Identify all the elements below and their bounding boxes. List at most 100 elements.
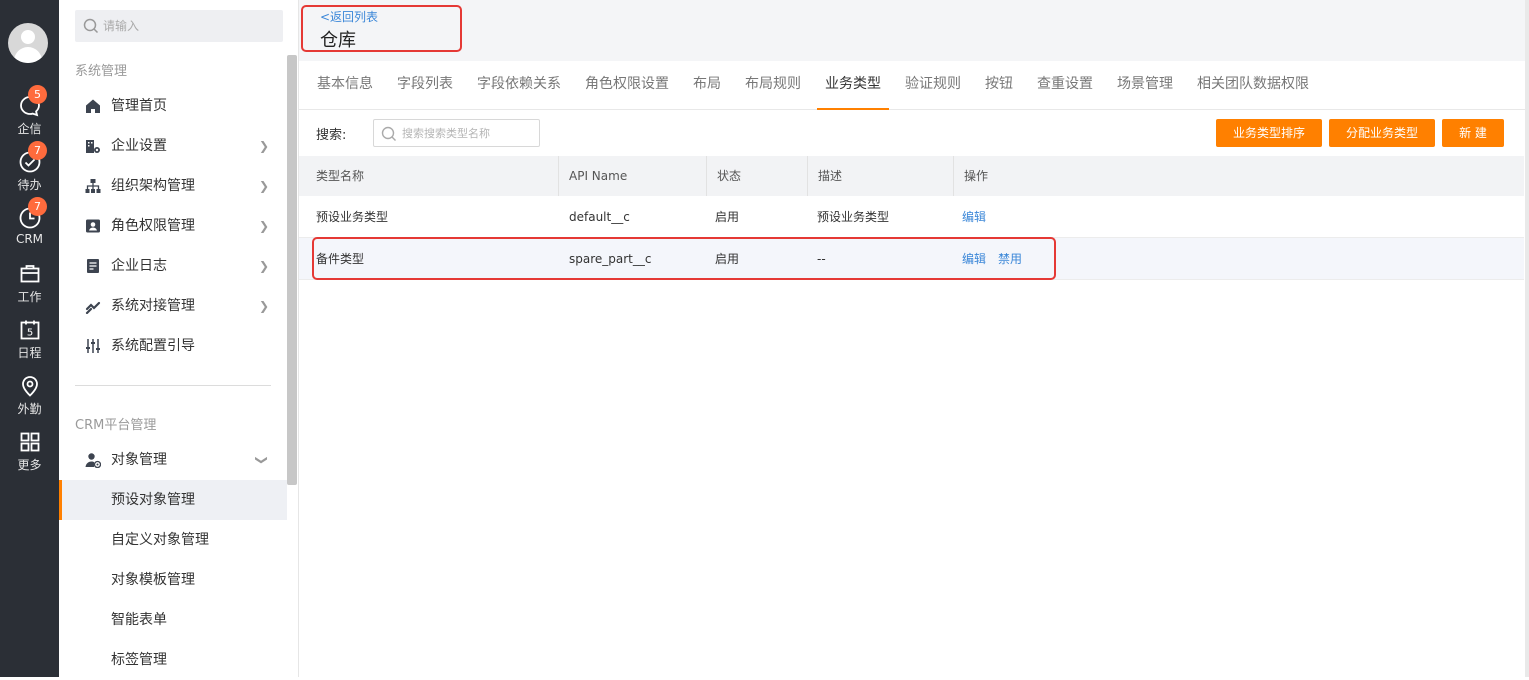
tab-validation-rules[interactable]: 验证规则 bbox=[905, 61, 961, 110]
highlight-box-row bbox=[312, 237, 1056, 280]
sort-business-types-button[interactable]: 业务类型排序 bbox=[1216, 119, 1322, 147]
search-label: 搜索: bbox=[316, 128, 347, 143]
rail-item-messages[interactable]: 企信 5 bbox=[0, 85, 59, 146]
tab-role-permissions[interactable]: 角色权限设置 bbox=[585, 61, 669, 110]
type-search-box[interactable] bbox=[373, 119, 540, 147]
tab-business-types[interactable]: 业务类型 bbox=[817, 61, 889, 110]
table-row: 预设业务类型 default__c 启用 预设业务类型 编辑 bbox=[299, 196, 1524, 238]
nav-sub-preset-objects[interactable]: 预设对象管理 bbox=[59, 480, 287, 520]
cell-type-name: 预设业务类型 bbox=[316, 210, 389, 224]
rail-label: 外勤 bbox=[17, 402, 42, 416]
nav-item-config-guide[interactable]: 系统配置引导 bbox=[59, 326, 287, 366]
todo-badge: 7 bbox=[28, 141, 47, 160]
tab-field-dependencies[interactable]: 字段依赖关系 bbox=[477, 61, 561, 110]
col-actions: 操作 bbox=[953, 156, 1253, 196]
chevron-right-icon: ❯ bbox=[258, 259, 269, 273]
chevron-right-icon: ❯ bbox=[258, 139, 269, 153]
chevron-right-icon: ❯ bbox=[258, 219, 269, 233]
section-crm-platform: CRM平台管理 bbox=[75, 418, 157, 433]
admin-sidebar: 系统管理 管理首页 企业设置 ❯ 组织架构管理 ❯ 角色权限管理 ❯ 企业日志 … bbox=[59, 0, 299, 677]
nav-sub-label: 对象模板管理 bbox=[111, 572, 195, 588]
document-icon bbox=[87, 259, 99, 273]
building-gear-icon bbox=[86, 140, 100, 153]
rail-item-more[interactable]: 更多 bbox=[0, 430, 59, 482]
nav-label: 企业日志 bbox=[111, 258, 167, 274]
edit-link[interactable]: 编辑 bbox=[962, 196, 986, 238]
col-status: 状态 bbox=[706, 156, 807, 196]
type-search-input[interactable] bbox=[402, 120, 537, 146]
location-pin-icon bbox=[21, 376, 38, 397]
calendar-icon: 5 bbox=[20, 320, 39, 340]
nav-sub-tag-management[interactable]: 标签管理 bbox=[59, 640, 287, 680]
sliders-icon bbox=[86, 339, 100, 353]
chevron-down-icon: ❯ bbox=[254, 454, 269, 466]
nav-item-enterprise-log[interactable]: 企业日志 ❯ bbox=[59, 246, 287, 286]
id-badge-icon bbox=[86, 219, 100, 233]
rail-label: 更多 bbox=[17, 458, 42, 472]
cell-api-name: default__c bbox=[569, 210, 630, 224]
nav-sub-label: 预设对象管理 bbox=[111, 492, 195, 508]
tab-buttons[interactable]: 按钮 bbox=[985, 61, 1013, 110]
grid-icon bbox=[20, 432, 39, 452]
tab-team-data-permissions[interactable]: 相关团队数据权限 bbox=[1197, 61, 1309, 110]
rail-label: 日程 bbox=[17, 346, 42, 360]
rail-label: 待办 bbox=[17, 178, 42, 192]
rail-item-schedule[interactable]: 5 日程 bbox=[0, 318, 59, 370]
nav-search-input[interactable] bbox=[103, 10, 273, 42]
user-gear-icon bbox=[85, 453, 101, 468]
section-system-management: 系统管理 bbox=[75, 64, 128, 79]
chevron-right-icon: ❯ bbox=[258, 179, 269, 193]
nav-label: 对象管理 bbox=[111, 452, 167, 468]
rail-item-crm[interactable]: CRM 7 bbox=[0, 197, 59, 258]
rail-label: 工作 bbox=[17, 290, 42, 304]
nav-sub-object-templates[interactable]: 对象模板管理 bbox=[59, 560, 287, 600]
nav-item-enterprise-settings[interactable]: 企业设置 ❯ bbox=[59, 126, 287, 166]
page-header: <返回列表 仓库 bbox=[299, 0, 1529, 61]
nav-sub-custom-objects[interactable]: 自定义对象管理 bbox=[59, 520, 287, 560]
tab-field-list[interactable]: 字段列表 bbox=[397, 61, 453, 110]
rail-item-work[interactable]: 工作 bbox=[0, 262, 59, 314]
tab-layout-rules[interactable]: 布局规则 bbox=[745, 61, 801, 110]
col-api-name: API Name bbox=[558, 156, 706, 196]
nav-label: 角色权限管理 bbox=[111, 218, 195, 234]
svg-text:5: 5 bbox=[26, 328, 32, 339]
tab-bar: 基本信息 字段列表 字段依赖关系 角色权限设置 布局 布局规则 业务类型 验证规… bbox=[299, 61, 1529, 110]
create-button[interactable]: 新 建 bbox=[1442, 119, 1504, 147]
main-content: <返回列表 仓库 基本信息 字段列表 字段依赖关系 角色权限设置 布局 布局规则… bbox=[299, 0, 1529, 677]
page-scrollbar[interactable] bbox=[1525, 0, 1529, 677]
nav-search[interactable] bbox=[75, 10, 283, 42]
highlight-box-header bbox=[301, 5, 462, 52]
tab-basic-info[interactable]: 基本信息 bbox=[317, 61, 373, 110]
org-chart-icon bbox=[85, 179, 101, 193]
col-description: 描述 bbox=[807, 156, 953, 196]
cell-description: 预设业务类型 bbox=[817, 210, 890, 224]
tab-scene-management[interactable]: 场景管理 bbox=[1117, 61, 1173, 110]
rail-item-field[interactable]: 外勤 bbox=[0, 374, 59, 426]
briefcase-icon bbox=[20, 265, 39, 283]
nav-item-object-management[interactable]: 对象管理 ❯ bbox=[59, 440, 287, 480]
table-header: 类型名称 API Name 状态 描述 操作 bbox=[299, 156, 1524, 196]
nav-item-system-integration[interactable]: 系统对接管理 ❯ bbox=[59, 286, 287, 326]
nav-sub-label: 智能表单 bbox=[111, 612, 167, 628]
search-icon bbox=[381, 126, 396, 141]
avatar[interactable] bbox=[8, 23, 48, 63]
nav-item-role-permissions[interactable]: 角色权限管理 ❯ bbox=[59, 206, 287, 246]
nav-label: 管理首页 bbox=[111, 98, 167, 114]
left-rail: 企信 5 待办 7 CRM 7 工作 5 日程 外勤 更多 bbox=[0, 0, 59, 677]
assign-business-types-button[interactable]: 分配业务类型 bbox=[1329, 119, 1435, 147]
link-icon bbox=[85, 301, 101, 314]
tab-duplicate-check[interactable]: 查重设置 bbox=[1037, 61, 1093, 110]
rail-label: CRM bbox=[15, 232, 44, 246]
nav-item-org-structure[interactable]: 组织架构管理 ❯ bbox=[59, 166, 287, 206]
nav-item-admin-home[interactable]: 管理首页 bbox=[59, 86, 287, 126]
nav-label: 组织架构管理 bbox=[111, 178, 195, 194]
rail-item-todo[interactable]: 待办 7 bbox=[0, 141, 59, 202]
tab-layout[interactable]: 布局 bbox=[693, 61, 721, 110]
toolbar: 搜索: 业务类型排序 分配业务类型 新 建 bbox=[299, 110, 1529, 156]
rail-label: 企信 bbox=[17, 122, 42, 136]
nav-sub-smart-forms[interactable]: 智能表单 bbox=[59, 600, 287, 640]
cell-status: 启用 bbox=[715, 210, 740, 224]
sidebar-scrollbar[interactable] bbox=[287, 55, 297, 485]
divider bbox=[75, 385, 271, 386]
crm-badge: 7 bbox=[28, 197, 47, 216]
